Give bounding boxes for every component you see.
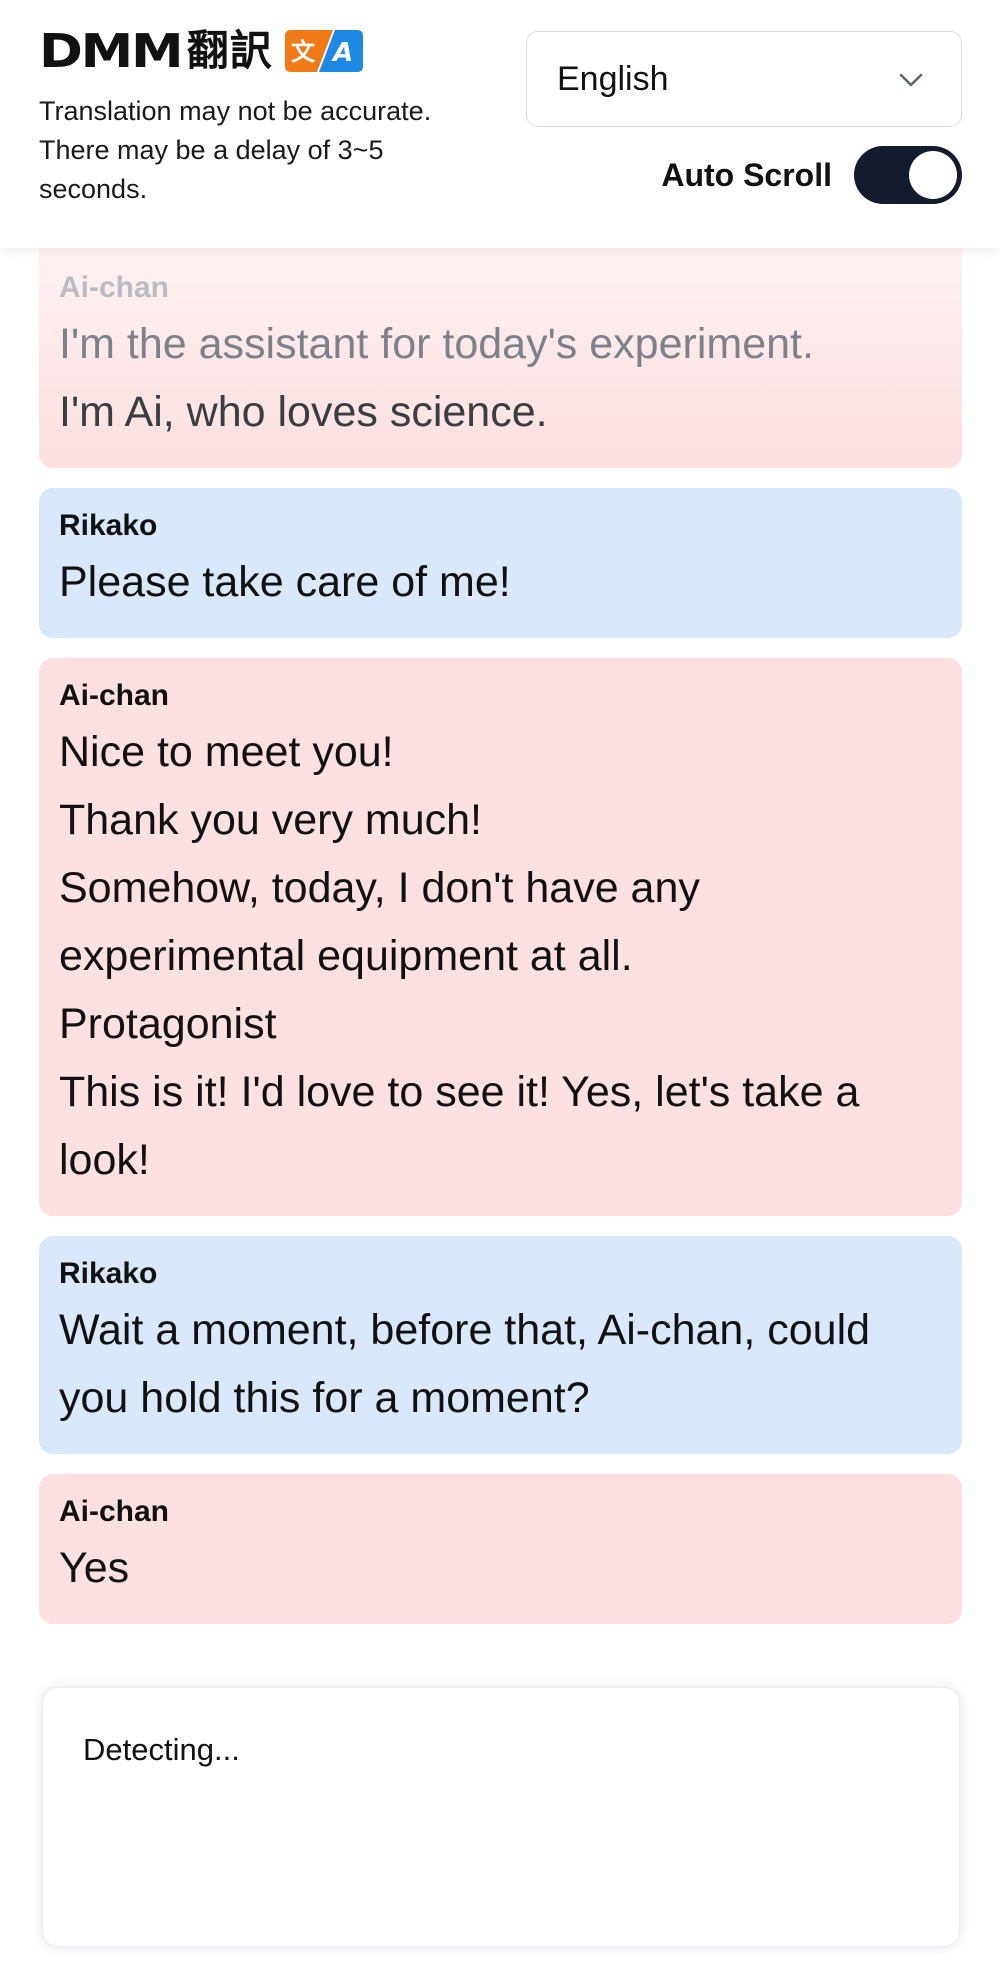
message-line: Nice to meet you! — [59, 728, 394, 776]
auto-scroll-label: Auto Scroll — [661, 156, 832, 193]
language-select-value: English — [557, 59, 669, 98]
logo-jp-text: 翻訳 — [186, 26, 273, 75]
live-detection-panel: Detecting... — [42, 1687, 960, 1947]
message-line: I'm Ai, who loves science. — [59, 388, 548, 436]
auto-scroll-toggle[interactable] — [854, 146, 962, 204]
chevron-down-icon — [899, 73, 923, 87]
message-line: This is it! I'd love to see it! Yes, let… — [59, 1068, 860, 1184]
message-bubble: Ai-chan I'm the assistant for today's ex… — [39, 248, 962, 468]
logo-dmm-text: DMM — [39, 24, 184, 78]
transcript-list[interactable]: Ai-chan I'm the assistant for today's ex… — [39, 248, 962, 1644]
message-line: Somehow, today, I don't have any experim… — [59, 864, 700, 980]
detecting-status: Detecting... — [83, 1732, 240, 1767]
speaker-name: Rikako — [59, 509, 158, 542]
message-bubble: Rikako Wait a moment, before that, Ai-ch… — [39, 1236, 962, 1454]
language-select[interactable]: English — [526, 31, 962, 127]
speaker-name: Ai-chan — [59, 1495, 170, 1528]
header: DMM 翻訳 文 A Translation may not be accura… — [0, 0, 1000, 248]
message-line: Protagonist — [59, 1000, 277, 1048]
speaker-name: Rikako — [59, 1257, 158, 1290]
message-bubble: Ai-chan Nice to meet you! Thank you very… — [39, 658, 962, 1216]
auto-scroll-control: Auto Scroll — [661, 146, 962, 204]
accuracy-disclaimer: Translation may not be accurate. There m… — [39, 96, 432, 204]
speaker-name: Ai-chan — [59, 679, 170, 712]
badge-right-char: A — [331, 38, 353, 68]
speaker-name: Ai-chan — [59, 271, 170, 304]
message-line: Thank you very much! — [59, 796, 483, 844]
translation-page: DMM 翻訳 文 A Translation may not be accura… — [0, 0, 1000, 1963]
message-line: Please take care of me! — [59, 558, 511, 606]
toggle-knob — [909, 151, 957, 199]
translate-badge-icon: 文 A — [284, 30, 363, 72]
message-line: Yes — [59, 1544, 130, 1592]
message-line: I'm the assistant for today's experiment… — [59, 320, 814, 368]
dmm-translate-logo: DMM 翻訳 文 A — [39, 26, 365, 76]
message-bubble: Rikako Please take care of me! — [39, 488, 962, 638]
message-bubble: Ai-chan Yes — [39, 1474, 962, 1624]
badge-left-char: 文 — [291, 38, 316, 66]
message-line: Wait a moment, before that, Ai-chan, cou… — [59, 1306, 871, 1422]
